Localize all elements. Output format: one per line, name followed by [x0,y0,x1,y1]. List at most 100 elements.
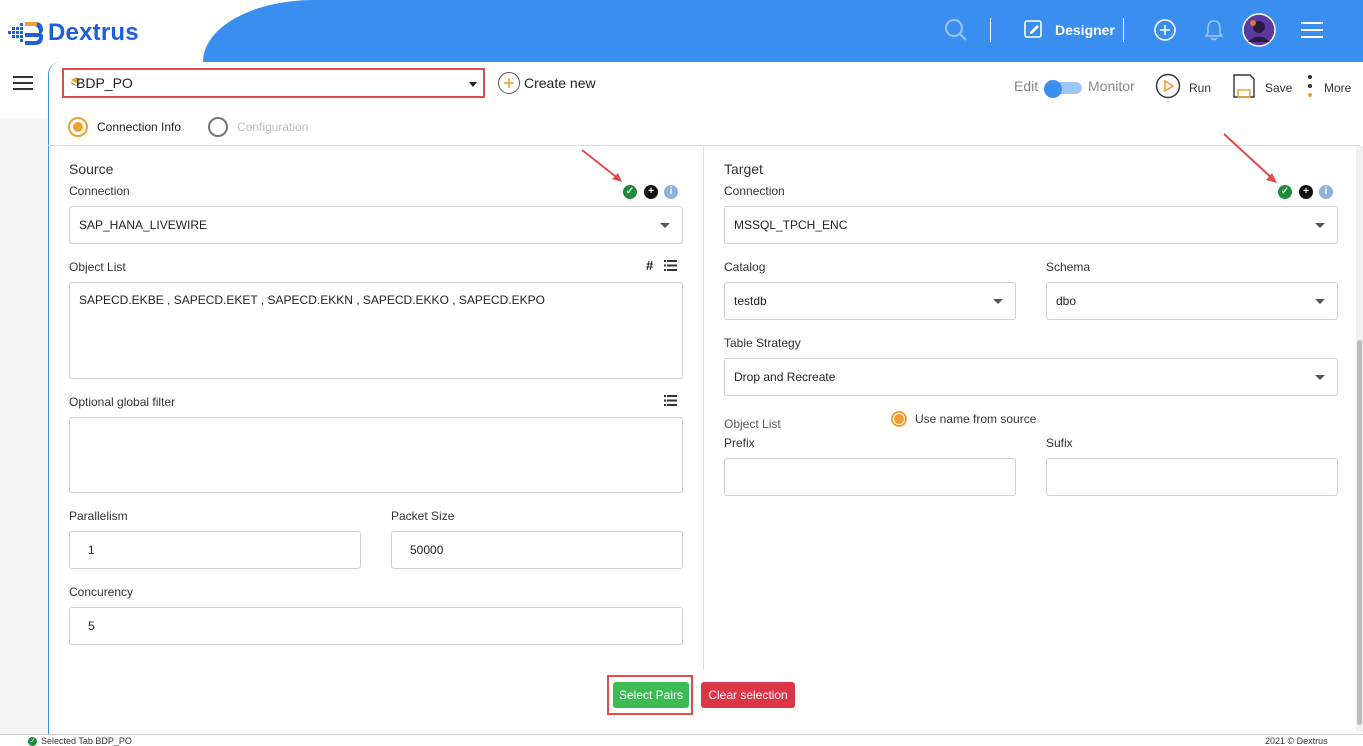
designer-icon [1024,19,1044,42]
step-divider [48,145,1360,146]
list-icon[interactable] [664,260,677,274]
run-button[interactable]: Run [1155,73,1211,102]
schema-select[interactable]: dbo [1046,282,1338,320]
global-filter-label: Optional global filter [69,395,176,409]
dextrus-logo-icon [8,19,46,47]
catalog-select[interactable]: testdb [724,282,1016,320]
step-label: Configuration [237,120,309,134]
copyright: 2021 © Dextrus [1265,736,1328,746]
packet-size-value: 50000 [410,543,444,557]
left-rail-background [0,118,48,734]
parallelism-value: 1 [88,543,95,557]
packet-size-input[interactable]: 50000 [391,531,683,569]
source-connection-select[interactable]: SAP_HANA_LIVEWIRE [69,206,683,244]
parallelism-label: Parallelism [69,509,128,523]
catalog-label: Catalog [724,260,766,274]
table-strategy-value: Drop and Recreate [734,370,836,384]
catalog-value: testdb [734,294,767,308]
select-pairs-button[interactable]: Select Pairs [613,682,689,708]
concurrency-label: Concurency [69,585,134,599]
status-bar: ✓ Selected Tab BDP_PO 2021 © Dextrus [0,734,1363,746]
save-icon [1232,73,1256,102]
target-connection-select[interactable]: MSSQL_TPCH_ENC [724,206,1338,244]
more-label: More [1324,80,1352,95]
concurrency-input[interactable]: 5 [69,607,683,645]
parallelism-input[interactable]: 1 [69,531,361,569]
annotation-arrow [1223,133,1277,183]
edit-label: Edit [1014,78,1039,94]
step-radio-active [68,117,88,137]
add-circle-icon [498,72,520,94]
step-connection-info[interactable]: Connection Info [68,117,181,137]
header-band [203,0,1363,62]
more-button[interactable]: More [1306,73,1351,102]
add-circle-icon[interactable] [1153,14,1177,46]
target-connection-label: Connection [724,184,785,198]
table-strategy-select[interactable]: Drop and Recreate [724,358,1338,396]
edit-monitor-toggle[interactable] [1044,80,1082,98]
sidebar-toggle-icon[interactable] [13,76,33,93]
check-circle-icon[interactable]: ✓ [1278,185,1292,199]
object-list-textarea[interactable]: SAPECD.EKBE , SAPECD.EKET , SAPECD.EKKN … [69,282,683,379]
step-radio-inactive [208,117,228,137]
concurrency-value: 5 [88,619,95,633]
info-icon[interactable]: i [664,185,678,199]
use-name-from-source-radio[interactable]: Use name from source [891,411,1036,427]
hash-icon[interactable]: # [646,258,653,273]
more-vertical-icon [1306,73,1314,102]
save-button[interactable]: Save [1232,73,1292,102]
scrollbar-thumb[interactable] [1357,340,1362,725]
play-icon [1155,73,1181,102]
suffix-label: Sufix [1046,436,1073,450]
global-filter-textarea[interactable] [69,417,683,493]
source-connection-value: SAP_HANA_LIVEWIRE [79,218,208,232]
logo[interactable]: Dextrus [8,18,139,48]
bell-icon[interactable] [1203,14,1225,46]
suffix-input[interactable] [1046,458,1338,496]
use-name-label: Use name from source [915,412,1037,426]
add-circle-icon[interactable]: + [1299,185,1313,199]
app-name: Dextrus [48,19,139,46]
run-label: Run [1189,80,1212,95]
step-configuration[interactable]: Configuration [208,117,308,137]
search-icon[interactable] [944,14,968,46]
designer-label: Designer [1055,22,1115,38]
top-bar: Dextrus Designer [0,0,1363,62]
prefix-input[interactable] [724,458,1016,496]
prefix-label: Prefix [724,436,755,450]
target-connection-value: MSSQL_TPCH_ENC [734,218,848,232]
status-text: Selected Tab BDP_PO [41,736,132,746]
source-title: Source [69,161,114,177]
create-new-button[interactable]: Create new [498,72,596,94]
check-circle-icon[interactable]: ✓ [623,185,637,199]
chevron-down-icon [469,82,477,87]
create-new-label: Create new [524,75,596,91]
source-connection-label: Connection [69,184,130,198]
packet-size-label: Packet Size [391,509,455,523]
object-list-value: SAPECD.EKBE , SAPECD.EKET , SAPECD.EKKN … [79,293,545,307]
avatar[interactable] [1242,13,1276,47]
tab-select[interactable]: BDP_PO [62,68,485,98]
step-label: Connection Info [97,120,182,134]
column-divider [703,146,704,670]
monitor-label: Monitor [1088,78,1135,94]
schema-label: Schema [1046,260,1091,274]
designer-button[interactable]: Designer [1024,14,1115,46]
header-divider [990,18,991,42]
save-label: Save [1265,80,1293,95]
annotation-arrow [581,149,622,182]
radio-selected-icon [891,411,907,427]
clear-selection-button[interactable]: Clear selection [701,682,795,708]
target-object-list-label: Object List [724,417,781,431]
check-circle-icon: ✓ [28,737,37,746]
target-title: Target [724,161,763,177]
add-circle-icon[interactable]: + [644,185,658,199]
left-rail [0,62,48,118]
header-divider [1123,18,1124,42]
menu-icon[interactable] [1301,14,1323,46]
schema-value: dbo [1056,294,1077,308]
info-icon[interactable]: i [1319,185,1333,199]
object-list-label: Object List [69,260,126,274]
table-strategy-label: Table Strategy [724,336,801,350]
list-icon[interactable] [664,395,677,409]
